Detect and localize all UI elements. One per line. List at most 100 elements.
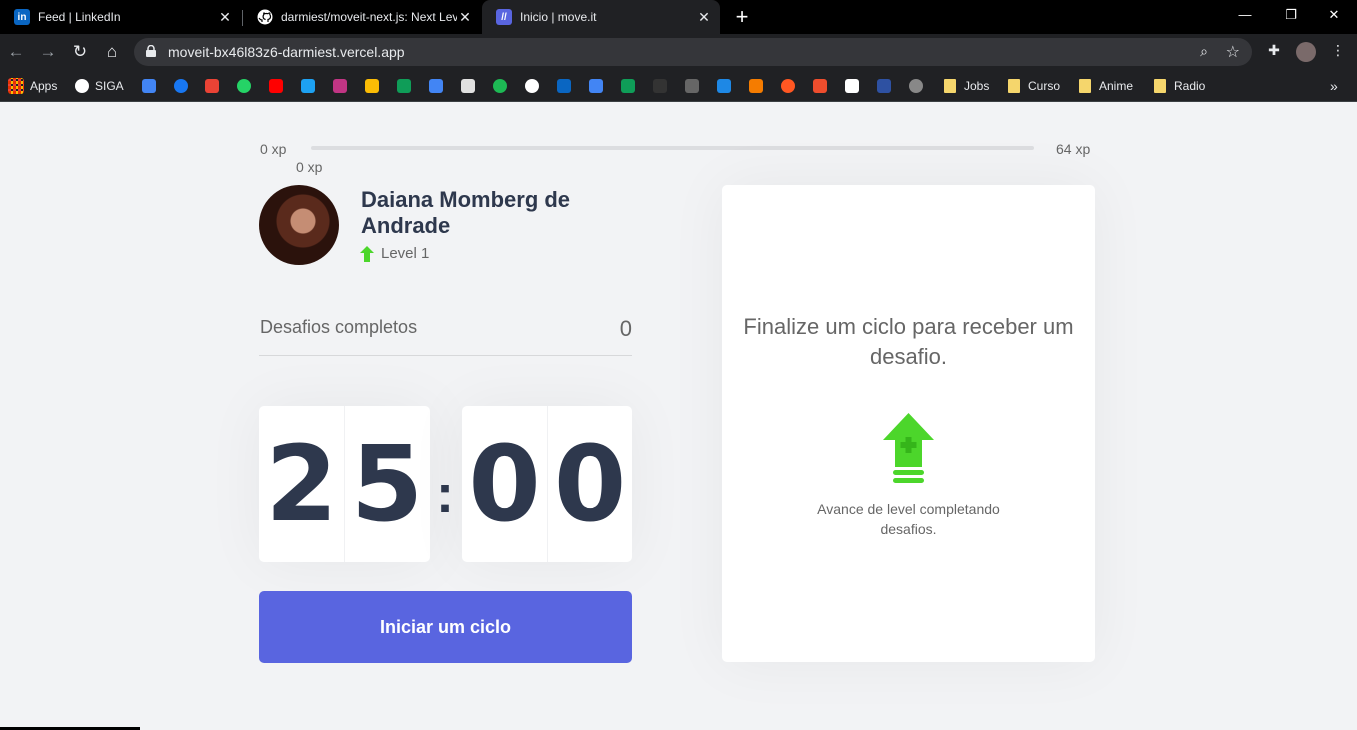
bookmark-circle-icon[interactable] — [909, 79, 923, 93]
close-tab-icon[interactable]: ✕ — [217, 9, 233, 25]
globe-icon — [75, 79, 89, 93]
bookmarks-bar: Apps SIGA Jobs Curso Anime Radio » — [0, 70, 1357, 102]
menu-icon[interactable]: ⋮ — [1328, 42, 1348, 62]
bookmark-label: Curso — [1028, 79, 1061, 93]
bookmark-folder-radio[interactable]: Radio — [1154, 77, 1205, 95]
minute-right-digit: 5 — [344, 406, 429, 562]
profile-name: Daiana Momberg de Andrade — [361, 187, 571, 238]
level-up-arrow-icon — [883, 413, 934, 483]
back-icon[interactable]: ← — [4, 40, 28, 64]
second-left-digit: 0 — [468, 423, 541, 545]
folder-icon — [1079, 79, 1091, 93]
notion-icon[interactable] — [845, 79, 859, 93]
browser-tab-bar: in Feed | LinkedIn ✕ darmiest/moveit-nex… — [0, 0, 1357, 34]
bookmark-folder-curso[interactable]: Curso — [1008, 77, 1060, 95]
challenges-count: 0 — [619, 316, 632, 341]
tab-moveit[interactable]: // Inicio | move.it ✕ — [482, 0, 720, 34]
linkedin-icon: in — [14, 9, 30, 25]
lock-icon — [146, 45, 156, 57]
reload-icon[interactable]: ↻ — [68, 40, 92, 64]
xp-start-label: 0 xp — [260, 141, 287, 157]
translate-icon[interactable] — [429, 79, 443, 93]
bookmark-label: Radio — [1174, 79, 1206, 93]
start-cycle-button[interactable]: Iniciar um ciclo — [259, 591, 632, 663]
tab-github[interactable]: darmiest/moveit-next.js: Next Lev ✕ — [243, 0, 481, 34]
sheets-icon[interactable] — [621, 79, 635, 93]
instagram-icon[interactable] — [333, 79, 347, 93]
zoom-icon[interactable]: ⌕ — [1200, 43, 1208, 60]
folder-icon — [944, 79, 956, 93]
bookmark-label: Jobs — [964, 79, 990, 93]
restore-icon[interactable]: ❐ — [1268, 0, 1314, 30]
folder-icon — [1154, 79, 1166, 93]
photos-icon[interactable] — [365, 79, 379, 93]
close-tab-icon[interactable]: ✕ — [457, 9, 473, 25]
epic-icon[interactable] — [653, 79, 667, 93]
bookmark-label: Anime — [1099, 79, 1134, 93]
url-text: moveit-bx46l83z6-darmiest.vercel.app — [168, 44, 405, 60]
forward-icon[interactable]: → — [36, 40, 60, 64]
challenges-label: Desafios completos — [260, 317, 418, 337]
podcast-icon[interactable] — [685, 79, 699, 93]
countdown-seconds: 0 0 — [462, 406, 632, 562]
apps-grid-icon — [8, 78, 24, 94]
dollar-icon[interactable] — [749, 79, 763, 93]
challenge-box: Finalize um ciclo para receber um desafi… — [722, 185, 1095, 662]
second-right-digit: 0 — [547, 406, 632, 562]
tinder-icon[interactable] — [781, 79, 795, 93]
bookmark-apps[interactable]: Apps — [8, 77, 57, 95]
github-icon — [257, 9, 273, 25]
whatsapp-icon[interactable] — [237, 79, 251, 93]
tab-title: darmiest/moveit-next.js: Next Lev — [281, 10, 457, 24]
xp-current-label: 0 xp — [296, 159, 323, 175]
xp-end-label: 64 xp — [1056, 141, 1091, 157]
tab-linkedin[interactable]: in Feed | LinkedIn ✕ — [0, 0, 241, 34]
tab-title: Inicio | move.it — [520, 10, 597, 24]
bookmark-label: SIGA — [95, 79, 124, 93]
close-tab-icon[interactable]: ✕ — [696, 9, 712, 25]
moveit-app: 0 xp 64 xp 0 xp Daiana Momberg de Andrad… — [0, 103, 1357, 730]
mp3-icon[interactable] — [717, 79, 731, 93]
bookmark-folder-jobs[interactable]: Jobs — [944, 77, 989, 95]
level-text: Level 1 — [381, 245, 430, 262]
calendar-icon[interactable] — [142, 79, 156, 93]
docs-icon[interactable] — [589, 79, 603, 93]
gmail-icon[interactable] — [205, 79, 219, 93]
completed-challenges: Desafios completos 0 — [259, 313, 632, 356]
github-bookmark-icon[interactable] — [525, 79, 539, 93]
level-up-icon — [360, 245, 374, 262]
close-window-icon[interactable]: ✕ — [1311, 0, 1357, 30]
browser-toolbar: ← → ↻ ⌂ moveit-bx46l83z6-darmiest.vercel… — [0, 34, 1357, 70]
drive-icon[interactable] — [397, 79, 411, 93]
challenge-box-hint: Avance de level completando desafios. — [817, 501, 1000, 537]
bookmark-icon-generic[interactable] — [461, 79, 475, 93]
experience-bar — [311, 146, 1034, 150]
minute-left-digit: 2 — [265, 423, 338, 545]
new-tab-icon[interactable]: + — [732, 6, 752, 28]
facebook-icon[interactable] — [174, 79, 188, 93]
shopee-icon[interactable] — [813, 79, 827, 93]
twitter-icon[interactable] — [301, 79, 315, 93]
tab-title: Feed | LinkedIn — [38, 10, 121, 24]
bookmark-star-icon[interactable]: ☆ — [1226, 42, 1240, 62]
bookmark-siga[interactable]: SIGA — [75, 77, 124, 95]
minimize-icon[interactable]: — — [1222, 0, 1268, 30]
youtube-icon[interactable] — [269, 79, 283, 93]
countdown-minutes: 2 5 — [259, 406, 430, 562]
challenge-box-heading: Finalize um ciclo para receber um desafi… — [743, 314, 1074, 369]
address-bar[interactable]: moveit-bx46l83z6-darmiest.vercel.app ⌕ ☆ — [134, 38, 1252, 66]
countdown-separator: : — [436, 464, 454, 524]
profile-level: Level 1 — [360, 245, 429, 262]
home-icon[interactable]: ⌂ — [100, 40, 124, 64]
more-bookmarks-icon[interactable]: » — [1330, 77, 1338, 95]
extensions-icon[interactable]: ✚ — [1264, 42, 1284, 62]
linkedin-bookmark-icon[interactable] — [557, 79, 571, 93]
avatar — [259, 185, 339, 265]
spotify-icon[interactable] — [493, 79, 507, 93]
bookmark-label: Apps — [30, 79, 58, 93]
folder-icon — [1008, 79, 1020, 93]
mal-icon[interactable] — [877, 79, 891, 93]
profile-avatar-icon[interactable] — [1296, 42, 1316, 62]
moveit-icon: // — [496, 9, 512, 25]
bookmark-folder-anime[interactable]: Anime — [1079, 77, 1133, 95]
